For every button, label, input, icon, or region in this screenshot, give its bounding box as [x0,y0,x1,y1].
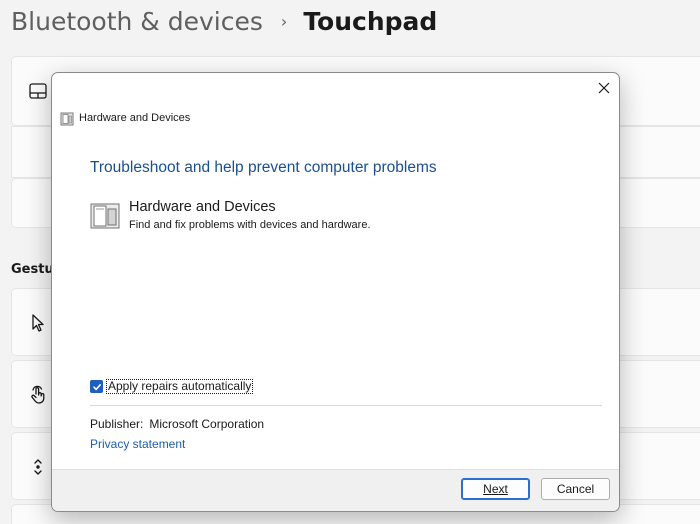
troubleshooter-item-description: Find and fix problems with devices and h… [129,219,371,231]
hardware-devices-icon [60,111,74,126]
privacy-statement-link[interactable]: Privacy statement [90,437,185,451]
scroll-vertical-icon [28,457,48,477]
apply-repairs-checkbox[interactable] [90,380,103,393]
apply-repairs-checkbox-row[interactable]: Apply repairs automatically [90,379,254,394]
dialog-window-title: Hardware and Devices [79,112,191,124]
tap-gesture-icon [28,385,48,405]
publisher-value: Microsoft Corporation [149,417,265,431]
divider [90,405,602,406]
dialog-footer: Next Cancel [52,469,619,511]
publisher-label: Publisher: [90,417,144,431]
troubleshooter-dialog: Hardware and Devices Troubleshoot and he… [51,72,620,512]
close-button[interactable] [593,77,615,99]
breadcrumb-parent[interactable]: Bluetooth & devices [11,7,263,36]
hardware-devices-large-icon [90,203,120,229]
dialog-titlebar[interactable] [52,73,619,105]
cancel-button[interactable]: Cancel [541,478,610,500]
checkmark-icon [92,383,101,390]
pointer-icon [28,313,48,333]
publisher-info: Publisher: Microsoft Corporation [90,417,264,431]
breadcrumb: Bluetooth & devices › Touchpad [11,4,437,38]
next-button[interactable]: Next [461,478,530,500]
touchpad-icon [28,81,48,101]
next-button-label: Next [483,482,508,496]
dialog-heading: Troubleshoot and help prevent computer p… [90,159,437,176]
troubleshooter-item-title[interactable]: Hardware and Devices [129,199,276,215]
page-title: Touchpad [303,6,438,36]
cancel-button-label: Cancel [556,482,595,496]
apply-repairs-label[interactable]: Apply repairs automatically [106,379,254,394]
close-icon [598,82,610,94]
breadcrumb-separator: › [280,11,288,31]
